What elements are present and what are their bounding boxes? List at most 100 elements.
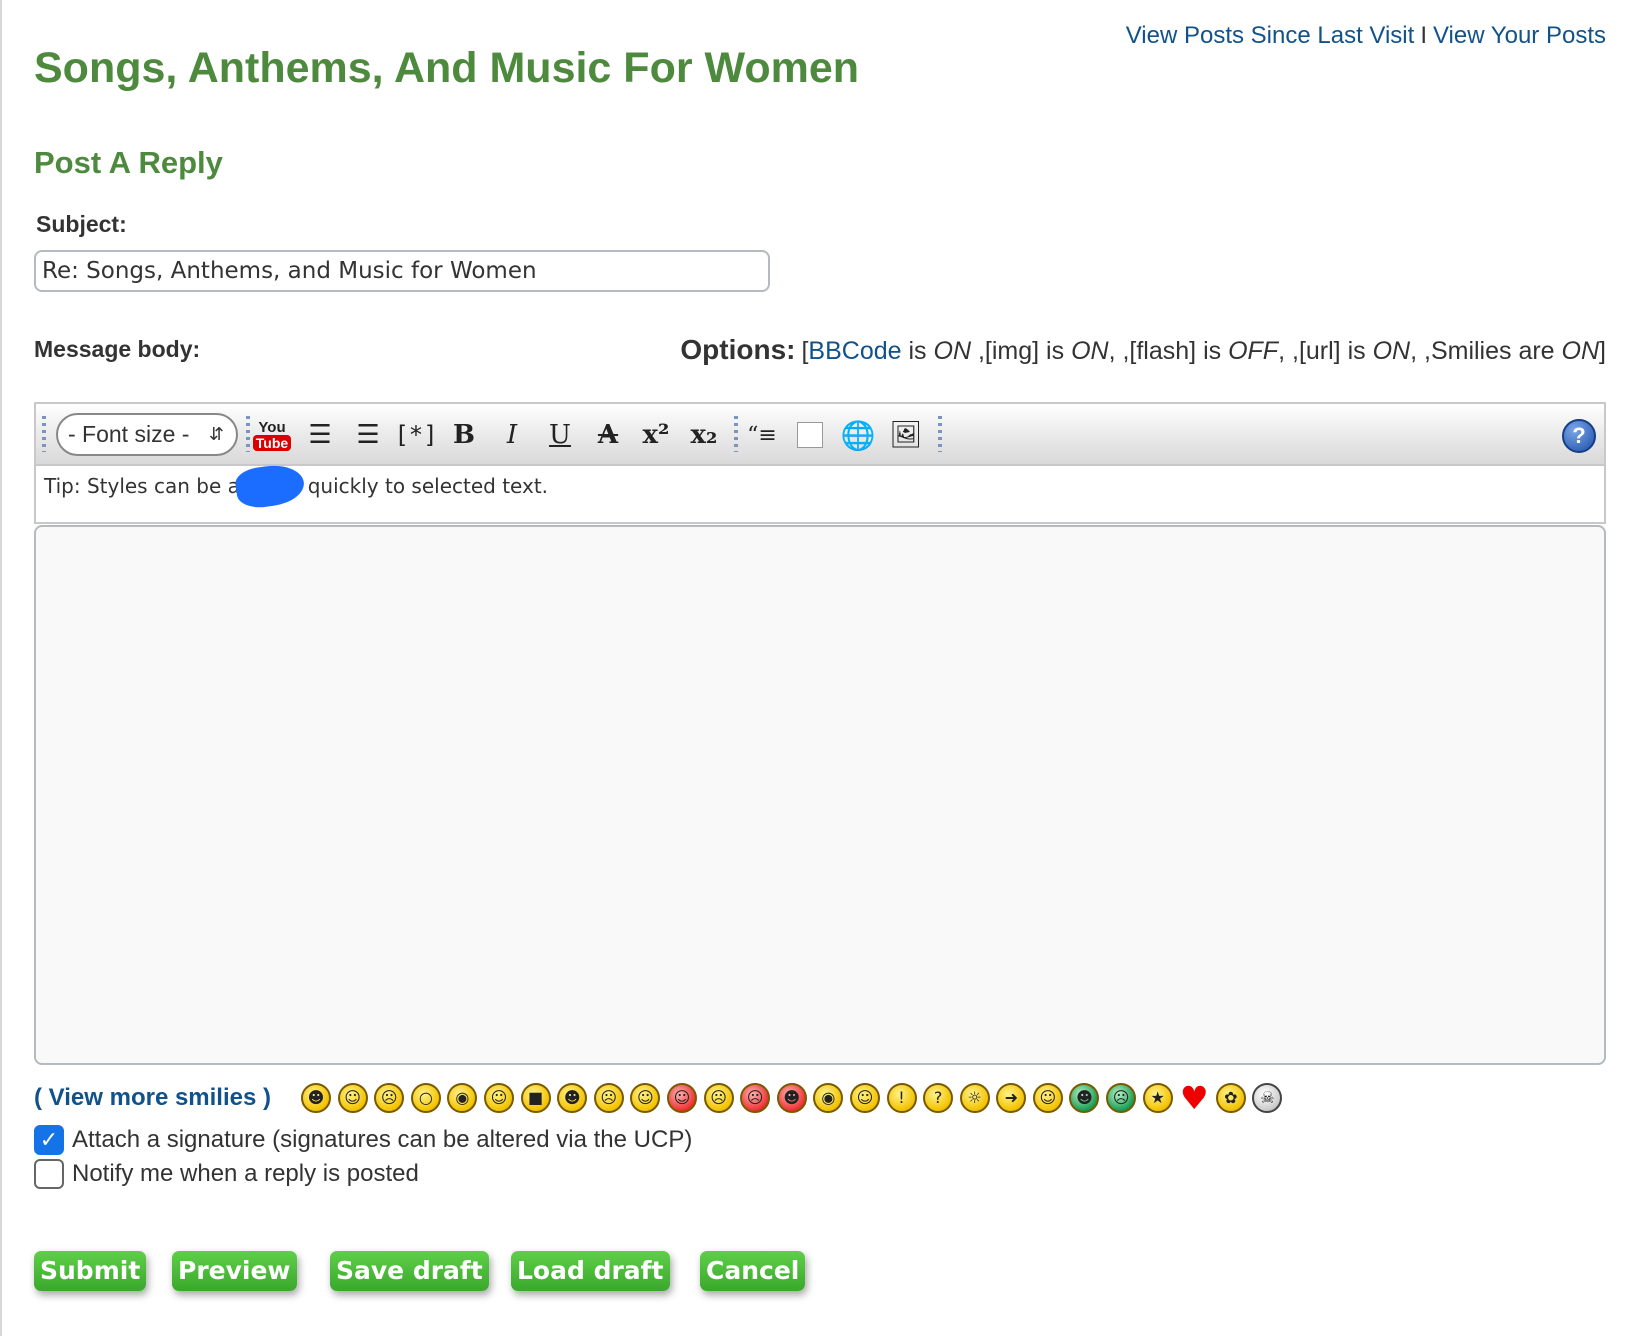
signature-checkbox-label: Attach a signature (signatures can be al… [72, 1126, 693, 1153]
smiley-flower-icon[interactable]: ✿ [1215, 1083, 1246, 1113]
subscript-icon[interactable]: x₂ [684, 415, 724, 455]
bbcode-link[interactable]: BBCode [808, 337, 901, 365]
smiley-idea-icon[interactable]: ☼ [959, 1083, 990, 1113]
view-posts-since-last-visit-link[interactable]: View Posts Since Last Visit [1126, 22, 1415, 49]
editor-toolbar: - Font size - ⇵ You Tube ☰ ☰ [*] B I U A… [34, 402, 1606, 464]
message-body-label: Message body: [34, 336, 201, 362]
flash-option: ,[flash] [1122, 337, 1197, 365]
toolbar-grip [42, 416, 46, 452]
subject-label: Subject: [36, 211, 127, 237]
post-reply-heading: Post A Reply [34, 145, 223, 180]
youtube-icon-tube: Tube [252, 434, 292, 451]
options-is: is [1347, 337, 1366, 365]
cancel-button[interactable]: Cancel [700, 1251, 806, 1291]
bold-icon[interactable]: B [444, 415, 484, 455]
options-is: is [1203, 337, 1222, 365]
notify-checkbox-label: Notify me when a reply is posted [72, 1160, 419, 1187]
signature-checkbox-row[interactable]: ✓ Attach a signature (signatures can be … [34, 1124, 692, 1156]
options-comma: , [1108, 337, 1116, 365]
numbered-list-icon[interactable]: ☰ [348, 415, 388, 455]
options-is: is [1046, 337, 1065, 365]
subject-input[interactable] [34, 250, 770, 292]
italic-icon[interactable]: I [492, 415, 532, 455]
smiley-surprised-icon[interactable]: ○ [410, 1083, 441, 1113]
redaction-scribble [233, 461, 307, 511]
options-close-bracket: ] [1599, 337, 1606, 365]
smilies-status: ON [1561, 337, 1600, 365]
options-is: is [908, 337, 927, 365]
smiley-razz-icon[interactable]: ☺ [630, 1083, 661, 1113]
smiley-question-icon[interactable]: ? [923, 1083, 954, 1113]
smiley-skull-icon[interactable]: ☠ [1252, 1083, 1283, 1113]
smiley-crying-icon[interactable]: ☹ [703, 1083, 734, 1113]
load-draft-button[interactable]: Load draft [511, 1251, 670, 1291]
smiley-sad-icon[interactable]: ☹ [374, 1083, 405, 1113]
smiley-heart-icon[interactable]: ♥ [1179, 1082, 1209, 1114]
top-links: View Posts Since Last Visit I View Your Po… [1126, 22, 1606, 50]
smiley-cool-icon[interactable]: ■ [520, 1083, 551, 1113]
smiley-exclaim-icon[interactable]: ! [886, 1083, 917, 1113]
img-status: ON [1071, 337, 1109, 365]
options-label: Options: [680, 334, 796, 365]
underline-icon[interactable]: U [540, 415, 580, 455]
select-chevron-icon: ⇵ [208, 424, 224, 444]
view-your-posts-link[interactable]: View Your Posts [1433, 22, 1606, 49]
smilies-paren-close: ) [263, 1084, 272, 1111]
view-more-smilies: ( View more smilies ) [34, 1084, 271, 1112]
smiley-grin-icon[interactable]: ☻ [301, 1083, 332, 1113]
preview-button[interactable]: Preview [172, 1251, 297, 1291]
superscript-icon[interactable]: x² [636, 415, 676, 455]
help-icon[interactable]: ? [1562, 419, 1596, 453]
smiley-mrgreen-icon[interactable]: ☻ [1069, 1083, 1100, 1113]
smiley-wink-icon[interactable]: ☺ [849, 1083, 880, 1113]
smilies-paren-open: ( [34, 1084, 42, 1111]
save-draft-button[interactable]: Save draft [330, 1251, 489, 1291]
color-picker-button[interactable] [790, 415, 830, 455]
smilies-option: ,Smilies are [1424, 337, 1555, 365]
notify-checkbox[interactable] [34, 1159, 64, 1189]
smiley-jester-icon[interactable]: ★ [1142, 1083, 1173, 1113]
toolbar-grip [246, 416, 250, 452]
bbcode-status: ON [933, 337, 972, 365]
smiley-twisted-icon[interactable]: ☻ [776, 1083, 807, 1113]
quote-icon[interactable]: “≡ [742, 415, 782, 455]
smiley-mad-icon[interactable]: ☹ [593, 1083, 624, 1113]
smilies-row: ( View more smilies ) ☻ ☺ ☹ ○ ◉ ☺ ■ ☻ ☹ … [34, 1080, 1434, 1116]
view-more-smilies-link[interactable]: View more smilies [49, 1084, 257, 1111]
list-item-icon[interactable]: [*] [394, 415, 437, 455]
smiley-arrow-icon[interactable]: ➜ [996, 1083, 1027, 1113]
toolbar-grip [734, 416, 738, 452]
smiley-rolleyes-icon[interactable]: ◉ [813, 1083, 844, 1113]
strikethrough-icon[interactable]: A [588, 415, 628, 455]
smiley-shocked-icon[interactable]: ◉ [447, 1083, 478, 1113]
insert-link-icon[interactable]: 🌐 [838, 415, 878, 455]
insert-image-icon[interactable]: 🖼 [886, 415, 926, 455]
flash-status: OFF [1228, 337, 1279, 365]
youtube-icon-you: You [258, 418, 286, 436]
font-size-select[interactable]: - Font size - ⇵ [56, 413, 238, 456]
img-option: ,[img] [977, 337, 1040, 365]
smiley-geek-icon[interactable]: ☹ [1106, 1083, 1137, 1113]
url-status: ON [1372, 337, 1411, 365]
options-comma: , [1278, 337, 1286, 365]
url-option: ,[url] [1292, 337, 1341, 365]
toolbar-grip [938, 416, 942, 452]
smiley-evil-icon[interactable]: ☹ [740, 1083, 771, 1113]
link-separator: I [1420, 22, 1427, 49]
smiley-smile-icon[interactable]: ☺ [337, 1083, 368, 1113]
submit-button[interactable]: Submit [34, 1251, 147, 1291]
signature-checkbox[interactable]: ✓ [34, 1125, 64, 1155]
message-body-textarea[interactable] [34, 525, 1606, 1065]
smiley-neutral-icon[interactable]: ☺ [1032, 1083, 1063, 1113]
tip-box: Tip: Styles can be applied quickly to se… [34, 461, 1606, 524]
smiley-confused-icon[interactable]: ☺ [483, 1083, 514, 1113]
forum-title: Songs, Anthems, And Music For Women [34, 44, 859, 92]
bullet-list-icon[interactable]: ☰ [300, 415, 340, 455]
notify-checkbox-row[interactable]: Notify me when a reply is posted [34, 1158, 419, 1190]
options-comma: , [1410, 337, 1418, 365]
youtube-button[interactable]: You Tube [252, 415, 292, 455]
font-size-select-label: - Font size - [68, 421, 190, 447]
smiley-laughing-icon[interactable]: ☻ [557, 1083, 588, 1113]
smiley-embarrassed-icon[interactable]: ☺ [666, 1083, 697, 1113]
options-line: Options: [BBCode is ON ,[img] is ON, ,[fl… [680, 334, 1606, 366]
